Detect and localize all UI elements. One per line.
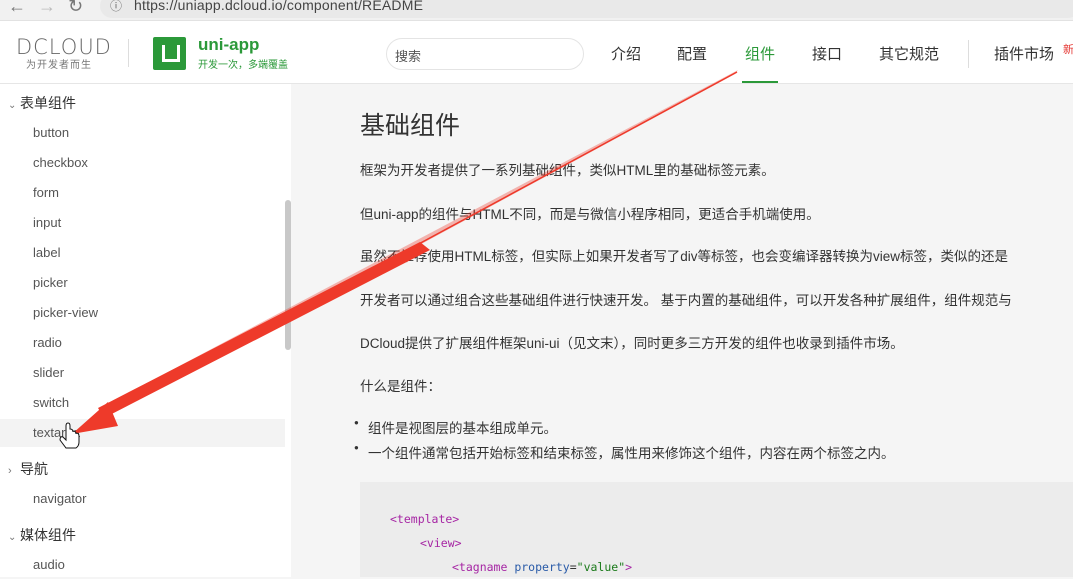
header-divider [128, 39, 129, 67]
url-text[interactable]: https://uniapp.dcloud.io/component/READM… [134, 0, 423, 13]
info-icon[interactable]: ⓘ [110, 0, 122, 14]
paragraph: DCloud提供了扩展组件框架uni-ui（见文末），同时更多三方开发的组件也收… [360, 336, 904, 351]
nav-plugin-market[interactable]: 插件市场 [994, 43, 1054, 64]
paragraph: 但uni-app的组件与HTML不同，而是与微信小程序相同，更适合手机端使用。 [360, 207, 820, 222]
page-title: 基础组件 [360, 112, 461, 140]
uni-app-title[interactable]: uni-app [198, 35, 259, 55]
paragraph: 开发者可以通过组合这些基础组件进行快速开发。 基于内置的基础组件，可以开发各种扩… [360, 293, 1012, 308]
code-line: <view> [420, 536, 462, 550]
paragraph: 什么是组件： [360, 379, 441, 394]
sidebar-item-picker[interactable]: picker [0, 269, 285, 297]
nav-intro[interactable]: 介绍 [611, 43, 641, 64]
chevron-right-icon: › [8, 465, 12, 477]
forward-icon[interactable]: → [38, 0, 56, 17]
sidebar-item-slider[interactable]: slider [0, 359, 285, 387]
paragraph: 虽然不推荐使用HTML标签，但实际上如果开发者写了div等标签，也会变编译器转换… [360, 249, 1009, 264]
sidebar-item-picker-view[interactable]: picker-view [0, 299, 285, 327]
code-block: <template> <view> <tagname property="val… [360, 482, 1073, 577]
chevron-down-icon: ⌄ [8, 100, 17, 111]
sidebar-item-radio[interactable]: radio [0, 329, 285, 357]
nav-api[interactable]: 接口 [812, 43, 842, 64]
nav-other-specs[interactable]: 其它规范 [879, 43, 939, 64]
uni-app-logo-icon[interactable] [153, 37, 186, 70]
sidebar-item-textarea[interactable]: textarea [0, 419, 285, 447]
dcloud-tagline: 为开发者而生 [26, 60, 92, 71]
new-badge: 新 [1063, 44, 1073, 56]
sidebar-item-navigator[interactable]: navigator [0, 485, 285, 513]
sidebar-item-checkbox[interactable]: checkbox [0, 149, 285, 177]
back-icon[interactable]: ← [8, 0, 26, 17]
sidebar-item-input[interactable]: input [0, 209, 285, 237]
main-content: 基础组件 框架为开发者提供了一系列基础组件，类似HTML里的基础标签元素。 但u… [291, 84, 1073, 577]
nav-config[interactable]: 配置 [677, 43, 707, 64]
reload-icon[interactable]: ↻ [68, 0, 83, 17]
search-input[interactable]: 搜索 [386, 38, 584, 70]
browser-toolbar: ← → ↻ ⓘ https://uniapp.dcloud.io/compone… [0, 0, 1073, 21]
sidebar: ⌄ 表单组件 button checkbox form input label p… [0, 84, 285, 577]
sidebar-group-media[interactable]: ⌄ 媒体组件 [8, 525, 76, 545]
uni-app-subtitle: 开发一次，多端覆盖 [198, 60, 288, 71]
sidebar-item-form[interactable]: form [0, 179, 285, 207]
sidebar-item-switch[interactable]: switch [0, 389, 285, 417]
sidebar-item-audio[interactable]: audio [0, 551, 285, 579]
sidebar-item-label[interactable]: label [0, 239, 285, 267]
paragraph: 框架为开发者提供了一系列基础组件，类似HTML里的基础标签元素。 [360, 163, 775, 178]
sidebar-item-button[interactable]: button [0, 119, 285, 147]
list-item: 一个组件通常包括开始标签和结束标签，属性用来修饰这个组件，内容在两个标签之内。 [354, 442, 894, 462]
code-line: <template> [390, 512, 460, 526]
sidebar-group-navigation[interactable]: › 导航 [8, 459, 48, 479]
search-placeholder: 搜索 [395, 49, 422, 64]
nav-active-indicator [742, 81, 778, 83]
sidebar-group-form[interactable]: ⌄ 表单组件 [8, 93, 76, 113]
code-line: <tagname property="value"> [452, 560, 633, 574]
list-item: 组件是视图层的基本组成单元。 [354, 417, 557, 437]
nav-components[interactable]: 组件 [745, 43, 775, 64]
nav-divider [968, 40, 969, 68]
site-header: DCLOUD 为开发者而生 uni-app 开发一次，多端覆盖 搜索 介绍 配置… [0, 21, 1073, 84]
chevron-down-icon: ⌄ [8, 532, 17, 543]
